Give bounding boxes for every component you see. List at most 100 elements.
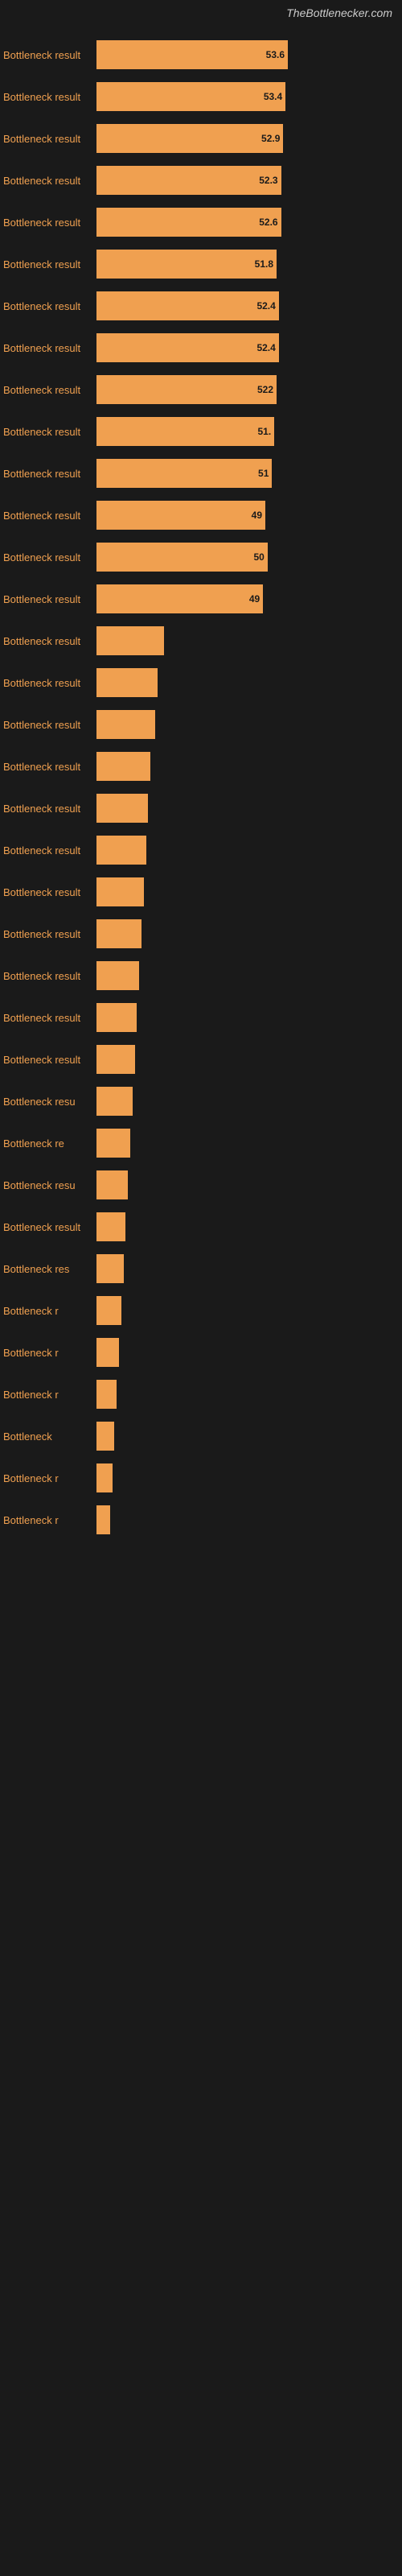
bar-wrapper bbox=[96, 1003, 402, 1032]
bar-wrapper bbox=[96, 1505, 402, 1534]
bar-value: 49 bbox=[249, 593, 260, 605]
bar-label: Bottleneck result bbox=[0, 468, 96, 480]
bar: 51 bbox=[96, 459, 272, 488]
bar: 49 bbox=[96, 584, 263, 613]
bar bbox=[96, 1212, 125, 1241]
bar bbox=[96, 1045, 135, 1074]
bar-wrapper bbox=[96, 710, 402, 739]
bar-wrapper: 51.8 bbox=[96, 250, 402, 279]
bar-row: Bottleneck result52.4 bbox=[0, 285, 402, 327]
bar-row: Bottleneck result52.6 bbox=[0, 201, 402, 243]
bar-label: Bottleneck bbox=[0, 1430, 96, 1443]
bar-value: 522 bbox=[257, 384, 273, 395]
bar-row: Bottleneck result bbox=[0, 1206, 402, 1248]
bar-row: Bottleneck result49 bbox=[0, 494, 402, 536]
bar-label: Bottleneck result bbox=[0, 300, 96, 312]
bar bbox=[96, 1463, 113, 1492]
bar-label: Bottleneck r bbox=[0, 1347, 96, 1359]
bar-row: Bottleneck r bbox=[0, 1373, 402, 1415]
bar-wrapper: 53.6 bbox=[96, 40, 402, 69]
bar-value: 52.6 bbox=[259, 217, 277, 228]
bar: 49 bbox=[96, 501, 265, 530]
bar-label: Bottleneck r bbox=[0, 1305, 96, 1317]
bar bbox=[96, 668, 158, 697]
bar-wrapper bbox=[96, 1296, 402, 1325]
bar-wrapper: 49 bbox=[96, 501, 402, 530]
bar-label: Bottleneck resu bbox=[0, 1179, 96, 1191]
bar-label: Bottleneck result bbox=[0, 1054, 96, 1066]
bar-wrapper bbox=[96, 1422, 402, 1451]
bar-label: Bottleneck result bbox=[0, 258, 96, 270]
bar-row: Bottleneck result bbox=[0, 704, 402, 745]
bar: 52.6 bbox=[96, 208, 281, 237]
bar-row: Bottleneck bbox=[0, 1415, 402, 1457]
bar-wrapper: 52.4 bbox=[96, 333, 402, 362]
bar-row: Bottleneck result 51 bbox=[0, 452, 402, 494]
bar-value: 51. bbox=[258, 426, 272, 437]
bar-wrapper bbox=[96, 626, 402, 655]
bar-label: Bottleneck result bbox=[0, 133, 96, 145]
bar-value: 49 bbox=[252, 510, 262, 521]
bar bbox=[96, 752, 150, 781]
bar-row: Bottleneck result 53.4 bbox=[0, 76, 402, 118]
bar-wrapper: 52.4 bbox=[96, 291, 402, 320]
bar bbox=[96, 1338, 119, 1367]
bar bbox=[96, 1380, 117, 1409]
bar-wrapper bbox=[96, 1380, 402, 1409]
bar-label: Bottleneck result bbox=[0, 635, 96, 647]
chart-container: Bottleneck result 53.6 Bottleneck result 53… bbox=[0, 26, 402, 1549]
bar-label: Bottleneck result bbox=[0, 384, 96, 396]
bar-wrapper: 52.9 bbox=[96, 124, 402, 153]
bar-label: Bottleneck result bbox=[0, 844, 96, 857]
bar bbox=[96, 1170, 128, 1199]
bar-value: 51 bbox=[258, 468, 269, 479]
bar-row: Bottleneck result bbox=[0, 745, 402, 787]
bar-row: Bottleneck resu bbox=[0, 1080, 402, 1122]
bar-wrapper bbox=[96, 1129, 402, 1158]
bar-value: 53.4 bbox=[264, 91, 282, 102]
bar-label: Bottleneck result bbox=[0, 719, 96, 731]
bar-wrapper bbox=[96, 836, 402, 865]
bar-wrapper bbox=[96, 919, 402, 948]
bar-row: Bottleneck r bbox=[0, 1290, 402, 1331]
bar-label: Bottleneck result bbox=[0, 1012, 96, 1024]
bar bbox=[96, 1254, 124, 1283]
bar-wrapper: 49 bbox=[96, 584, 402, 613]
bar bbox=[96, 961, 139, 990]
bar-row: Bottleneck result52.9 bbox=[0, 118, 402, 159]
bar-wrapper bbox=[96, 752, 402, 781]
bar-row: Bottleneck r bbox=[0, 1499, 402, 1541]
bar: 50 bbox=[96, 543, 268, 572]
bar bbox=[96, 877, 144, 906]
bar-wrapper bbox=[96, 794, 402, 823]
bar bbox=[96, 794, 148, 823]
bar-wrapper: 522 bbox=[96, 375, 402, 404]
bar-row: Bottleneck result bbox=[0, 955, 402, 997]
bar-wrapper bbox=[96, 1087, 402, 1116]
bar-label: Bottleneck result bbox=[0, 426, 96, 438]
bar: 52.4 bbox=[96, 291, 279, 320]
bar-wrapper: 50 bbox=[96, 543, 402, 572]
bar bbox=[96, 919, 142, 948]
bar-label: Bottleneck resu bbox=[0, 1096, 96, 1108]
bar-row: Bottleneck resu bbox=[0, 1164, 402, 1206]
bar-wrapper: 52.3 bbox=[96, 166, 402, 195]
bar-label: Bottleneck result bbox=[0, 1221, 96, 1233]
bar-wrapper: 52.6 bbox=[96, 208, 402, 237]
bar-row: Bottleneck result bbox=[0, 913, 402, 955]
bar-label: Bottleneck result bbox=[0, 91, 96, 103]
bar-row: Bottleneck result bbox=[0, 620, 402, 662]
bar-row: Bottleneck result bbox=[0, 871, 402, 913]
bar-label: Bottleneck re bbox=[0, 1137, 96, 1150]
bar-row: Bottleneck result 51. bbox=[0, 411, 402, 452]
bar bbox=[96, 626, 164, 655]
bar-row: Bottleneck result bbox=[0, 1038, 402, 1080]
bar-wrapper bbox=[96, 1212, 402, 1241]
bar-row: Bottleneck res bbox=[0, 1248, 402, 1290]
bar-wrapper bbox=[96, 1463, 402, 1492]
bar-row: Bottleneck result52.4 bbox=[0, 327, 402, 369]
bar-row: Bottleneck r bbox=[0, 1331, 402, 1373]
bar-value: 50 bbox=[253, 551, 264, 563]
bar-wrapper: 51 bbox=[96, 459, 402, 488]
bar: 522 bbox=[96, 375, 277, 404]
